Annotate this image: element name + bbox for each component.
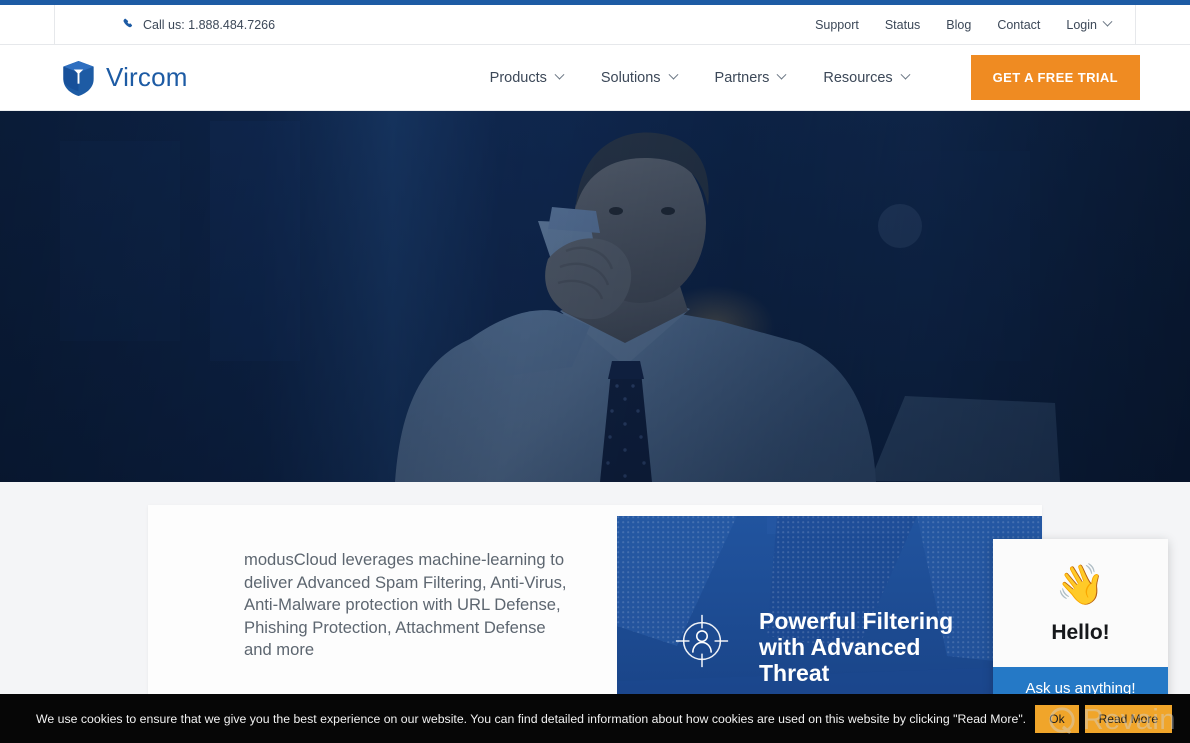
cookie-buttons: Ok Read More [1035, 704, 1172, 733]
chat-widget-body: 👋 Hello! [993, 539, 1168, 667]
nav-label-products: Products [489, 69, 547, 86]
utility-links: Support Status Blog Contact Login [815, 5, 1190, 44]
chevron-down-icon [1102, 16, 1113, 27]
nav-item-products[interactable]: Products [489, 69, 565, 86]
chevron-down-icon [668, 69, 678, 80]
chevron-down-icon [554, 69, 565, 80]
feature-card-paragraph: modusCloud leverages machine-learning to… [244, 550, 567, 659]
promo-heading: Powerful Filtering with Advanced Threat [759, 608, 954, 686]
nav-label-partners: Partners [714, 69, 770, 86]
cookie-read-more-button[interactable]: Read More [1084, 704, 1172, 733]
hero-banner [0, 111, 1190, 482]
main-header: Vircom Products Solutions Partners Resou… [0, 45, 1190, 111]
chat-greeting: Hello! [1051, 621, 1110, 644]
utility-link-contact[interactable]: Contact [997, 18, 1040, 32]
utility-link-blog[interactable]: Blog [946, 18, 971, 32]
main-navigation: Products Solutions Partners Resources GE… [490, 55, 1140, 100]
free-trial-button[interactable]: GET A FREE TRIAL [970, 55, 1140, 100]
nav-item-resources[interactable]: Resources [823, 69, 911, 86]
waving-hand-icon: 👋 [1055, 563, 1106, 607]
vircom-shield-icon [63, 60, 94, 96]
chevron-down-icon [900, 69, 911, 80]
utility-bar: Call us: 1.888.484.7266 Support Status B… [0, 5, 1190, 45]
nav-item-solutions[interactable]: Solutions [600, 69, 678, 86]
nav-item-partners[interactable]: Partners [714, 69, 787, 86]
brand-name: Vircom [106, 62, 188, 92]
target-person-icon [675, 614, 729, 668]
nav-label-solutions: Solutions [600, 69, 661, 86]
utility-link-status[interactable]: Status [885, 18, 920, 32]
cookie-ok-button[interactable]: Ok [1035, 704, 1079, 733]
login-label[interactable]: Login [1066, 18, 1097, 32]
cookie-banner: We use cookies to ensure that we give yo… [0, 694, 1190, 743]
hero-gradient-overlay [0, 111, 1190, 482]
chat-widget[interactable]: 👋 Hello! Ask us anything! [993, 539, 1168, 710]
phone-icon [123, 18, 135, 32]
promo-content: Powerful Filtering with Advanced Threat [617, 516, 1042, 686]
nav-label-resources: Resources [823, 69, 893, 86]
utility-link-support[interactable]: Support [815, 18, 859, 32]
phone-block: Call us: 1.888.484.7266 [54, 5, 275, 44]
phone-number-text: Call us: 1.888.484.7266 [143, 17, 276, 32]
login-menu[interactable]: Login [1066, 5, 1136, 44]
brand-logo[interactable]: Vircom [62, 60, 188, 96]
chevron-down-icon [776, 69, 787, 80]
promo-panel: Powerful Filtering with Advanced Threat [617, 516, 1042, 715]
cookie-message: We use cookies to ensure that we give yo… [36, 711, 1027, 726]
